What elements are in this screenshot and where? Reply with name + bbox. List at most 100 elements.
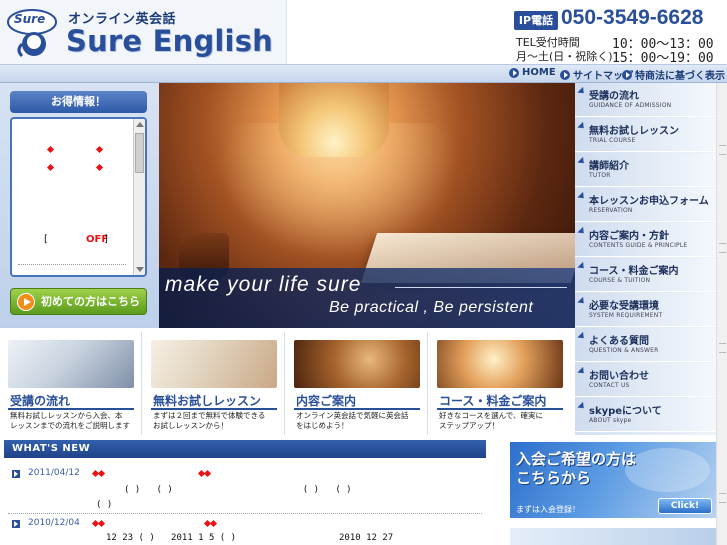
nav-tokushoho-link[interactable]: 特商法に基づく表示 [622,67,725,82]
menu-item-skype[interactable]: skypeについて ABOUT skype [575,398,716,432]
scroll-grip [719,243,726,253]
arrow-icon [577,331,587,342]
beginner-button[interactable]: 初めての方はこちら [10,288,147,315]
menu-item-reservation[interactable]: 本レッスンお申込フォーム RESERVATION [575,188,716,222]
arrow-circle-icon [509,67,519,78]
menu-item-title: コース・料金ご案内 [589,266,679,277]
feature-card-desc-line: レッスンまでの流れをご説明します [10,421,130,430]
arrow-icon [577,191,587,202]
join-banner-caption: まずは入会登録！ [516,505,580,514]
menu-item-contact[interactable]: お問い合わせ CONTACT US [575,363,716,397]
menu-item-title: 講師紹介 [589,161,629,172]
scroll-grip [719,343,726,353]
menu-item-contents[interactable]: 内容ご案内・方針 CONTENTS GUIDE & PRINCIPLE [575,223,716,257]
feature-card-desc-line: お試しレッスンから！ [153,421,228,430]
feature-card-title: 受講の流れ [10,394,71,408]
divider [294,408,420,410]
feature-card-guidance[interactable]: 受講の流れ 無料お試しレッスンから入会、本 レッスンまでの流れをご説明します [0,332,142,435]
feature-card-contents[interactable]: 内容ご案内 オンライン英会話で気軽に英会話 をはじめよう！ [286,332,428,435]
menu-item-sub: RESERVATION [589,207,633,214]
scroll-grip [719,493,726,503]
nav-home-label: HOME [522,67,556,78]
menu-item-course[interactable]: コース・料金ご案内 COURSE & TUITION [575,258,716,292]
feature-card-desc-line: ステップアップ！ [439,421,499,430]
menu-item-sub: ABOUT skype [589,417,632,424]
menu-item-sub: SYSTEM REQUIREMENT [589,312,663,319]
menu-item-title: 無料お試しレッスン [589,126,679,137]
menu-item-title: 本レッスンお申込フォーム [589,196,709,207]
red-diamond-icon [46,163,55,172]
feature-card-desc-line: 無料お試しレッスンから入会、本 [10,411,123,420]
arrow-icon [577,226,587,237]
menu-item-title: お問い合わせ [589,371,649,382]
scrollbar-thumb[interactable] [135,133,144,173]
feature-card-course[interactable]: コース・料金ご案内 好きなコースを選んで、確実に ステップアップ！ [429,332,571,435]
otoku-bracket-close: ] [104,234,108,245]
nav-home-link[interactable]: HOME [509,67,556,78]
divider [18,264,126,265]
bottom-banner[interactable] [510,528,716,545]
arrow-icon [577,156,587,167]
feature-card-desc-line: 好きなコースを選んで、確実に [439,411,543,420]
otoku-bracket-open: [ [44,234,48,245]
feature-card-title: コース・料金ご案内 [439,394,547,408]
student-photo [151,340,277,388]
menu-item-sub: QUESTION & ANSWER [589,347,659,354]
divider [151,408,277,410]
red-diamond-icon [97,469,106,478]
news-text-line[interactable]: ( ) ( ) ( ) ( ) [124,485,352,495]
join-banner-title-2: こちらから [516,469,592,487]
arrow-circle-icon [622,69,632,80]
menu-item-faq[interactable]: よくある質問 QUESTION & ANSWER [575,328,716,362]
otoku-scrollbar[interactable] [133,119,145,275]
menu-item-title: 内容ご案内・方針 [589,231,669,242]
arrow-icon [577,296,587,307]
otoku-heading: お得情報！ [10,91,147,113]
feature-card-desc-line: まずは２回まで無料で体験できる [153,411,266,420]
banner-decoration [625,448,710,492]
page-scrollbar[interactable] [716,83,727,545]
logo-badge-text: Sure [14,12,46,26]
scroll-up-icon[interactable] [136,122,144,127]
left-column: お得情報！ [ OFF ] 初めての方はこちら [0,83,159,328]
news-text-line[interactable]: ( ) [96,500,112,510]
join-click-button[interactable]: Click! [658,498,712,514]
hero-subtagline: Be practical , Be persistent [329,299,534,316]
menu-item-guidance[interactable]: 受講の流れ GUIDANCE OF ADMISSION [575,83,716,117]
join-banner[interactable]: 入会ご希望の方は こちらから まずは入会登録！ Click! [510,442,716,518]
otoku-info-box: [ OFF ] [10,117,147,277]
glasses-photo [294,340,420,388]
menu-item-sub: GUIDANCE OF ADMISSION [589,102,672,109]
arrow-circle-icon [560,69,570,80]
phone-number[interactable]: 050-3549-6628 [561,6,703,30]
hero-rule [395,287,567,288]
feature-card-title: 無料お試しレッスン [153,394,262,408]
red-diamond-icon [95,163,104,172]
arrow-icon [577,121,587,132]
red-diamond-icon [209,519,218,528]
feature-card-trial[interactable]: 無料お試しレッスン まずは２回まで無料で体験できる お試しレッスンから！ [143,332,285,435]
divider [437,408,563,410]
beginner-button-label: 初めての方はこちら [41,295,140,308]
red-diamond-icon [97,519,106,528]
red-diamond-icon [46,145,55,154]
whats-new: WHAT'S NEW 2011/04/12 ( ) ( ) ( ) ( ) ( … [0,440,500,545]
side-menu: 受講の流れ GUIDANCE OF ADMISSION 無料お試しレッスン TR… [575,83,716,435]
menu-item-trial[interactable]: 無料お試しレッスン TRIAL COURSE [575,118,716,152]
news-text-line[interactable]: 12 23 ( ) 2011 1 5 ( ) 2010 12 27 [106,533,393,543]
menu-item-sub: CONTACT US [589,382,630,389]
red-diamond-icon [203,469,212,478]
menu-item-system[interactable]: 必要な受講環境 SYSTEM REQUIREMENT [575,293,716,327]
menu-item-title: よくある質問 [589,336,649,347]
menu-item-tutor[interactable]: 講師紹介 TUTOR [575,153,716,187]
nav-tokushoho-label: 特商法に基づく表示 [635,71,725,82]
hero-image: make your life sure Be practical , Be pe… [159,83,575,328]
lamp-photo [437,340,563,388]
whats-new-heading: WHAT'S NEW [4,440,486,458]
scroll-down-icon[interactable] [136,267,144,272]
logo[interactable]: Sure オンライン英会話 Sure English [0,0,287,64]
divider [8,513,482,514]
menu-item-sub: TUTOR [589,172,611,179]
tel-days: 月～土(日・祝除く) [516,50,613,63]
top-nav: HOME サイトマップ 特商法に基づく表示 [0,64,727,83]
